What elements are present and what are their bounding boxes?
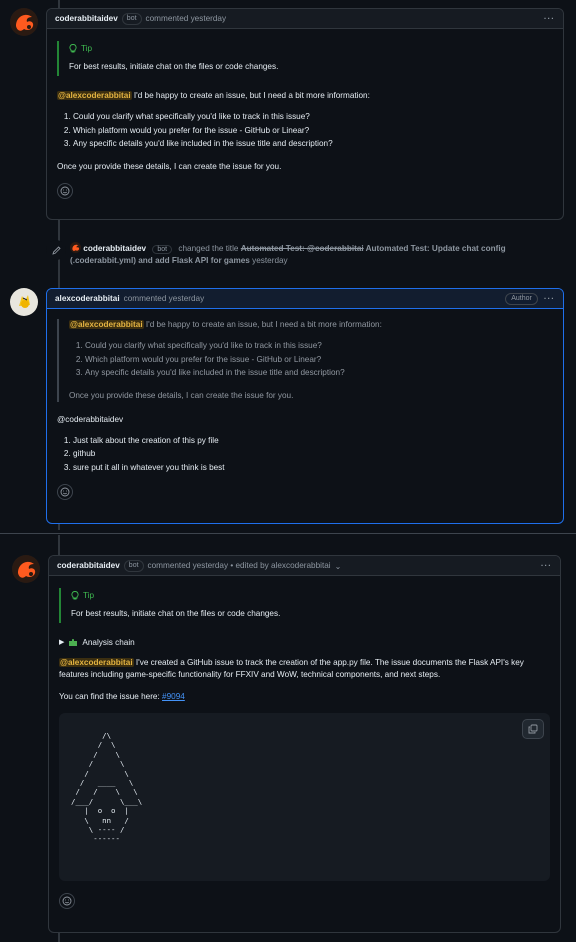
analysis-chain-toggle[interactable]: ▶ Analysis chain xyxy=(59,637,550,647)
list-item: Any specific details you'd like included… xyxy=(73,137,553,151)
quote-question-list: Could you clarify what specifically you'… xyxy=(69,339,553,380)
copy-icon xyxy=(528,724,538,734)
list-item: github xyxy=(73,447,553,461)
list-item: Could you clarify what specifically you'… xyxy=(73,110,553,124)
smiley-icon xyxy=(62,896,72,906)
analysis-chain-label: Analysis chain xyxy=(82,637,135,647)
add-reaction-button[interactable] xyxy=(59,893,75,909)
smiley-icon xyxy=(60,186,70,195)
ascii-art: /\ / \ / \ / \ / \ / ____ \ / / \ \ /___… xyxy=(71,731,143,844)
event-action: changed the title xyxy=(176,244,241,253)
reply-mention: @coderabbitaidev xyxy=(57,414,124,424)
more-options-icon[interactable]: ··· xyxy=(544,294,555,303)
puzzle-icon xyxy=(69,638,78,646)
comment-timestamp[interactable]: commented yesterday xyxy=(146,14,227,23)
list-item: Any specific details you'd like included… xyxy=(85,366,553,380)
comment-author[interactable]: coderabbitaidev xyxy=(55,14,118,23)
comment-author[interactable]: coderabbitaidev xyxy=(57,561,120,570)
more-options-icon[interactable]: ··· xyxy=(544,14,555,23)
user-mention[interactable]: @alexcoderabbitai xyxy=(69,320,144,329)
copy-button[interactable] xyxy=(522,719,544,739)
lightbulb-icon xyxy=(71,591,79,600)
pencil-icon xyxy=(46,240,66,260)
comment-card-3: coderabbitaidev bot commented yesterday … xyxy=(48,555,561,933)
list-item: Which platform would you prefer for the … xyxy=(73,124,553,138)
comment-author[interactable]: alexcoderabbitai xyxy=(55,294,120,303)
tip-text: For best results, initiate chat on the f… xyxy=(69,62,279,71)
comment-timestamp[interactable]: commented yesterday • edited by alexcode… xyxy=(148,561,331,570)
triangle-right-icon: ▶ xyxy=(59,639,65,646)
lightbulb-icon xyxy=(69,44,77,53)
comment-body: @alexcoderabbitai I've created a GitHub … xyxy=(59,658,524,679)
coderabbit-avatar[interactable] xyxy=(10,8,38,36)
answer-list: Just talk about the creation of this py … xyxy=(57,434,553,475)
user-mention[interactable]: @alexcoderabbitai xyxy=(57,91,132,100)
old-title: Automated Test: @coderabbitai xyxy=(240,244,364,253)
comment-header: coderabbitaidev bot commented yesterday … xyxy=(49,556,560,576)
comment-card-2: alexcoderabbitai commented yesterday Aut… xyxy=(46,288,564,524)
bot-badge: bot xyxy=(152,245,173,254)
tip-callout: Tip For best results, initiate chat on t… xyxy=(59,588,550,623)
quote-intro: @alexcoderabbitai I'd be happy to create… xyxy=(69,320,382,329)
bot-badge: bot xyxy=(121,12,142,25)
add-reaction-button[interactable] xyxy=(57,484,73,500)
quote-closing: Once you provide these details, I can cr… xyxy=(69,390,294,400)
question-list: Could you clarify what specifically you'… xyxy=(57,110,553,151)
tip-text: For best results, initiate chat on the f… xyxy=(71,609,281,618)
issue-link[interactable]: #9094 xyxy=(162,692,185,701)
author-badge: Author xyxy=(505,292,538,305)
title-change-event: coderabbitaidev bot changed the title Au… xyxy=(46,240,546,267)
tip-callout: Tip For best results, initiate chat on t… xyxy=(57,41,553,76)
edit-history-chevron-icon[interactable]: ⌄ xyxy=(335,561,342,571)
add-reaction-button[interactable] xyxy=(57,182,73,199)
quoted-reply: @alexcoderabbitai I'd be happy to create… xyxy=(57,319,553,402)
smiley-icon xyxy=(60,487,70,497)
event-author[interactable]: coderabbitaidev xyxy=(83,244,146,253)
tip-title: Tip xyxy=(81,44,93,53)
comment-header: alexcoderabbitai commented yesterday Aut… xyxy=(47,289,563,309)
event-avatar[interactable] xyxy=(70,242,81,253)
comment-timestamp[interactable]: commented yesterday xyxy=(124,294,205,303)
tip-title: Tip xyxy=(83,591,95,600)
code-block: /\ / \ / \ / \ / \ / ____ \ / / \ \ /___… xyxy=(59,713,550,881)
section-divider xyxy=(0,533,576,534)
bot-badge: bot xyxy=(123,559,144,572)
list-item: Which platform would you prefer for the … xyxy=(85,353,553,367)
list-item: Could you clarify what specifically you'… xyxy=(85,339,553,353)
alex-avatar[interactable] xyxy=(10,288,38,316)
issue-reference: You can find the issue here: #9094 xyxy=(59,692,185,701)
list-item: sure put it all in whatever you think is… xyxy=(73,461,553,475)
event-time[interactable]: yesterday xyxy=(250,256,288,265)
comment-card-1: coderabbitaidev bot commented yesterday … xyxy=(46,8,564,220)
comment-intro: @alexcoderabbitai I'd be happy to create… xyxy=(57,91,370,100)
list-item: Just talk about the creation of this py … xyxy=(73,434,553,448)
comment-header: coderabbitaidev bot commented yesterday … xyxy=(47,9,563,29)
user-mention[interactable]: @alexcoderabbitai xyxy=(59,658,134,667)
comment-closing: Once you provide these details, I can cr… xyxy=(57,161,282,171)
more-options-icon[interactable]: ··· xyxy=(541,561,552,570)
coderabbit-avatar[interactable] xyxy=(12,555,40,583)
